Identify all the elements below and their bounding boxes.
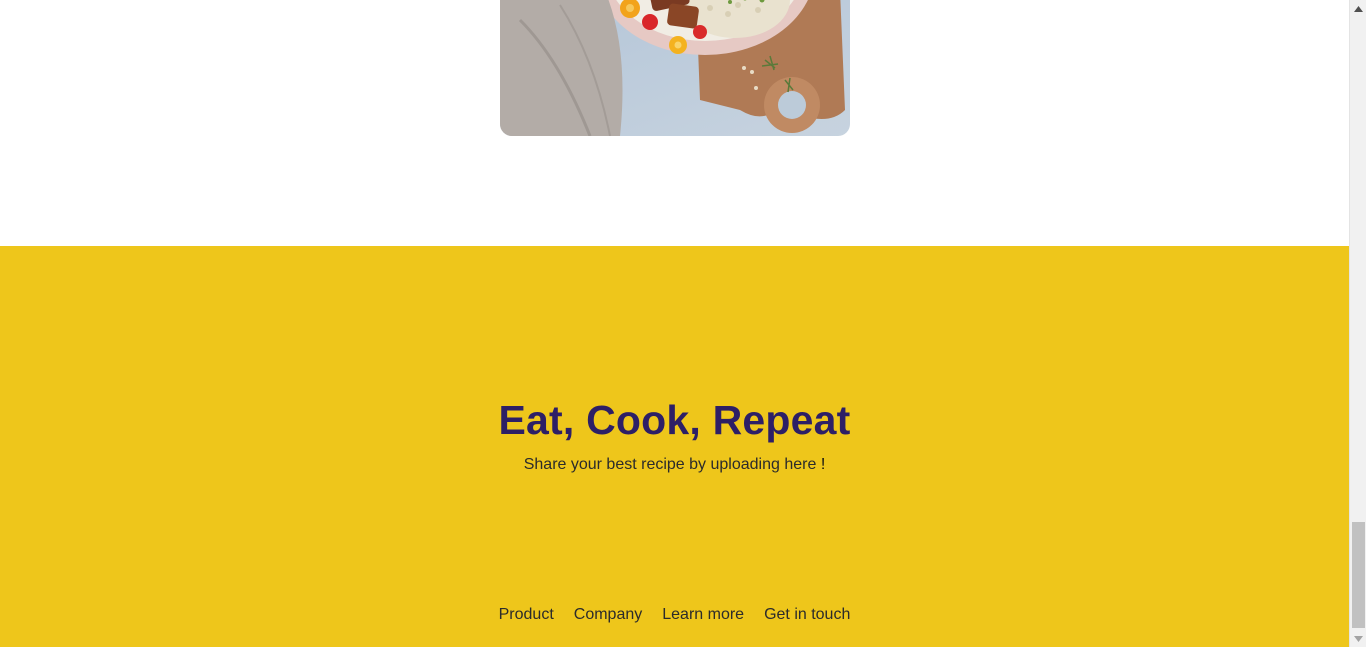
footer-tagline: Share your best recipe by uploading here… [0,456,1349,474]
food-image [500,0,850,136]
tagline-exclamation: ! [820,456,826,473]
footer-link-product[interactable]: Product [499,606,554,624]
footer-link-get-in-touch[interactable]: Get in touch [764,606,850,624]
scrollbar-thumb[interactable] [1352,522,1365,628]
vertical-scrollbar[interactable] [1349,0,1366,647]
tagline-text: Share your best recipe by uploading [523,456,780,473]
footer-headline: Eat, Cook, Repeat [498,397,851,443]
page: Eat, Cook, Repeat Share your best recipe… [0,0,1349,647]
triangle-down-icon[interactable] [1350,630,1366,647]
footer-section: Eat, Cook, Repeat Share your best recipe… [0,246,1349,647]
footer-nav: Product Company Learn more Get in touch [0,606,1349,624]
footer-link-company[interactable]: Company [574,606,642,624]
upload-here-link[interactable]: here [784,456,816,473]
footer-link-learn-more[interactable]: Learn more [662,606,744,624]
triangle-up-icon[interactable] [1350,0,1366,17]
food-illustration [500,0,845,136]
